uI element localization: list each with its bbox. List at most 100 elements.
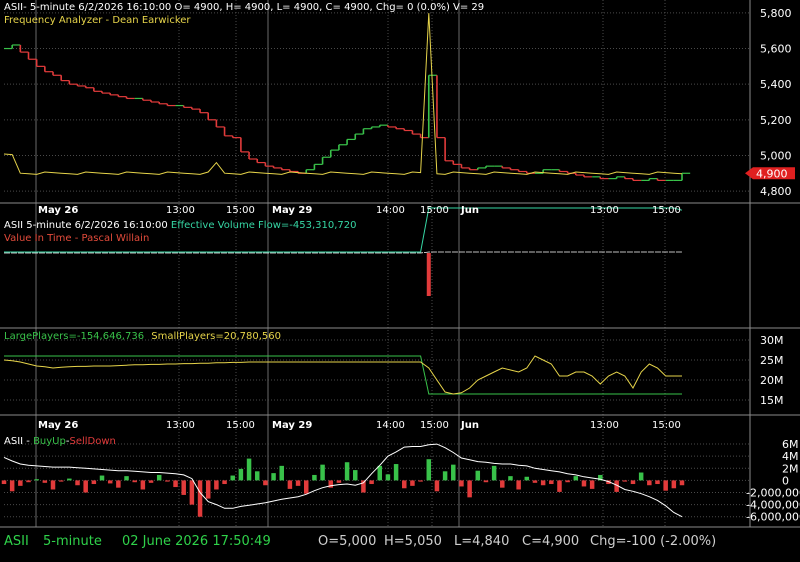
- buysell-bar: [549, 480, 554, 485]
- buysell-bar: [205, 480, 211, 499]
- buysell-bar: [393, 464, 399, 481]
- volume-flow-header: ASII 5-minute 6/2/2026 16:10:00 Effectiv…: [4, 220, 357, 231]
- time-tick-label: Jun: [460, 420, 479, 431]
- time-tick-label: May 29: [272, 205, 312, 216]
- time-tick-label: Jun: [460, 205, 479, 216]
- status-interval: 5-minute: [43, 534, 102, 549]
- buysell-bar: [451, 464, 456, 481]
- last-price-tag-text: 4,900: [756, 167, 788, 180]
- volume-flow-symbol: ASII 5-minute 6/2/2026 16:10:00: [4, 220, 168, 231]
- buysell-bar: [336, 480, 342, 483]
- status-symbol: ASII: [4, 534, 29, 549]
- time-tick-label: 15:00: [420, 420, 449, 431]
- time-tick-label: 13:00: [166, 205, 195, 216]
- value-in-time-label: Value In Time - Pascal Willain: [4, 233, 150, 244]
- buysell-bar: [83, 480, 88, 493]
- buysell-bar: [418, 480, 423, 482]
- price-tick-label: 5,000: [760, 149, 792, 162]
- buysell-bar: [197, 480, 203, 517]
- buysell-bar: [655, 480, 660, 485]
- price-tick-label: 5,200: [760, 114, 792, 127]
- buysell-bar: [124, 476, 129, 481]
- buysell-bar: [410, 480, 415, 486]
- buyup-selldown-header: ASII - BuyUp-SellDown: [4, 436, 116, 447]
- buysell-bar: [173, 480, 178, 488]
- time-tick-label: 15:00: [652, 420, 681, 431]
- buysell-bar: [91, 480, 97, 485]
- buysell-bar: [573, 476, 579, 481]
- buysell-bar: [58, 480, 64, 482]
- buysell-bar: [532, 480, 538, 483]
- time-tick-label: 15:00: [652, 205, 681, 216]
- buysell-bar: [589, 480, 595, 489]
- buysell-bar: [426, 459, 432, 481]
- buysell-bar: [385, 474, 391, 481]
- buysell-tick-label: 2M: [782, 462, 799, 475]
- buysell-bar: [483, 480, 489, 483]
- status-open: O=5,000: [318, 534, 377, 549]
- buysell-bar: [671, 480, 677, 489]
- time-tick-label: May 26: [38, 420, 78, 431]
- buysell-bar: [230, 475, 235, 481]
- players-tick-label: 30M: [760, 334, 784, 347]
- large-players-label: LargePlayers=-154,646,736: [4, 331, 145, 342]
- buysell-bar: [99, 475, 105, 481]
- selldown-label: SellDown: [69, 436, 116, 447]
- buysell-tick-label: 6M: [782, 438, 799, 451]
- buysell-bar: [402, 480, 407, 489]
- buysell-bar: [140, 480, 146, 490]
- buysell-bar: [459, 480, 464, 487]
- buysell-bar: [279, 465, 284, 481]
- buysell-bar: [222, 480, 227, 485]
- buysell-bar: [663, 480, 668, 491]
- buysell-bar: [516, 480, 521, 490]
- buysell-bar: [214, 480, 219, 490]
- players-tick-label: 20M: [760, 374, 784, 387]
- price-tick-label: 4,800: [760, 185, 792, 198]
- buysell-bar: [679, 480, 685, 486]
- time-tick-label: 14:00: [376, 205, 405, 216]
- effective-volume-flow-label: Effective Volume Flow=-453,310,720: [170, 220, 357, 231]
- buysell-bar: [107, 480, 113, 484]
- buysell-bar: [189, 480, 195, 505]
- buysell-tick-label: -2,000,000: [746, 487, 800, 500]
- buysell-bar: [50, 480, 56, 490]
- time-tick-label: 15:00: [226, 205, 255, 216]
- price-tick-label: 5,800: [760, 7, 792, 20]
- players-tick-label: 15M: [760, 394, 784, 407]
- time-tick-label: May 26: [38, 205, 78, 216]
- buysell-tick-label: 0: [782, 474, 789, 487]
- buysell-bar: [565, 480, 570, 483]
- buysell-bar: [647, 480, 652, 486]
- buysell-bar: [581, 480, 587, 487]
- time-tick-label: 13:00: [590, 205, 619, 216]
- buysell-bar: [42, 480, 48, 483]
- players-tick-label: 25M: [760, 354, 784, 367]
- buysell-bar: [26, 480, 31, 483]
- buysell-bar: [557, 480, 562, 492]
- status-high: H=5,050: [384, 534, 442, 549]
- frequency-analyzer-label: Frequency Analyzer - Dean Earwicker: [4, 15, 191, 26]
- buysell-bar: [18, 480, 23, 486]
- status-low: L=4,840: [454, 534, 510, 549]
- value-in-time-spike: [426, 253, 431, 296]
- buysell-bar: [116, 480, 121, 488]
- time-tick-label: May 29: [272, 420, 312, 431]
- buysell-bar: [263, 480, 268, 486]
- buyup-label: BuyUp: [33, 436, 66, 447]
- buysell-bar: [181, 480, 186, 495]
- buysell-bar: [508, 476, 513, 481]
- buysell-bar: [622, 480, 628, 482]
- buysell-bar: [434, 480, 440, 492]
- status-close: C=4,900: [522, 534, 580, 549]
- buysell-bar: [312, 474, 317, 481]
- buysell-bar: [67, 478, 72, 481]
- players-header: LargePlayers=-154,646,736 SmallPlayers=2…: [4, 331, 281, 342]
- buysell-bar: [271, 473, 276, 481]
- time-tick-label: 15:00: [226, 420, 255, 431]
- buysell-bar: [303, 480, 309, 494]
- buysell-bar: [344, 462, 350, 481]
- buysell-bar: [238, 468, 244, 481]
- buysell-bar: [254, 471, 260, 481]
- buysell-bar: [369, 480, 374, 485]
